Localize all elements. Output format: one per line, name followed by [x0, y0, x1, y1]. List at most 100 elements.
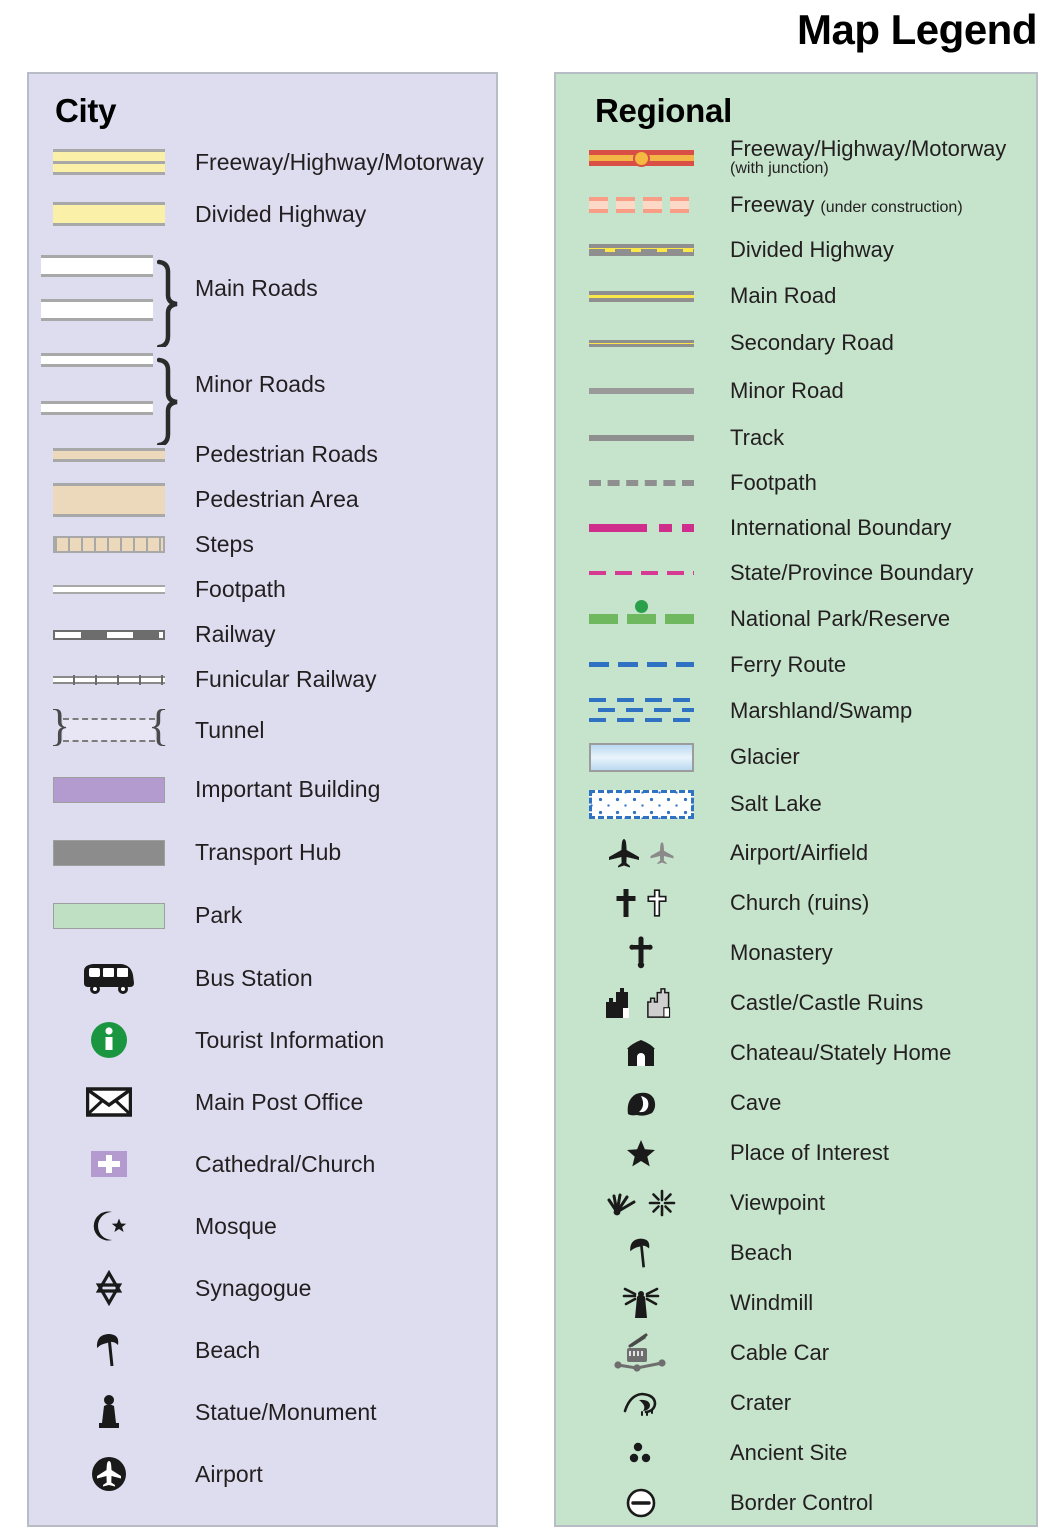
main-road-symbol	[556, 290, 726, 302]
list-item-label: Windmill	[730, 1290, 814, 1315]
list-item-label: Ferry Route	[730, 651, 847, 677]
star-of-david-icon	[29, 1270, 189, 1306]
regional-heading: Regional	[595, 92, 732, 129]
list-item: } } Tunnel	[29, 701, 496, 758]
list-item: Cave	[556, 1078, 1036, 1128]
list-item-label: Track	[730, 424, 785, 450]
list-item-label: Secondary Road	[730, 330, 894, 355]
ancient-site-icon	[556, 1440, 726, 1466]
list-item-label: Pedestrian Roads	[195, 441, 378, 467]
list-item-label: Divided Highway	[195, 200, 367, 227]
salt-lake-symbol	[556, 789, 726, 819]
list-item: Important Building	[29, 758, 496, 821]
divided-highway-band-symbol	[29, 202, 189, 226]
railway-symbol	[29, 629, 189, 640]
pedestrian-road-symbol	[29, 447, 189, 462]
viewpoint-star-icon	[648, 1189, 676, 1217]
chateau-icon	[556, 1038, 726, 1068]
list-item: Mosque	[29, 1195, 496, 1257]
list-item-label: Beach	[730, 1240, 793, 1265]
cross-pair-icon	[556, 887, 726, 919]
list-item-label: Funicular Railway	[195, 666, 377, 692]
junction-dot-icon	[632, 149, 650, 167]
city-legend-list: Freeway/Highway/Motorway Divided Highway…	[29, 136, 496, 1505]
list-item-label: Footpath	[195, 576, 286, 602]
castle-icon	[606, 988, 629, 1018]
list-item-label: Minor Road	[730, 378, 844, 403]
freeway-under-construction-symbol	[556, 196, 726, 213]
main-roads-brace	[155, 259, 181, 347]
airplane-pair-icon	[556, 838, 726, 868]
castle-ruins-icon	[647, 988, 671, 1018]
minor-roads-symbol	[29, 353, 189, 445]
regional-legend-list: Freeway/Highway/Motorway (with junction)…	[556, 134, 1036, 1528]
list-item: Railway	[29, 612, 496, 657]
list-item-label: Freeway (under construction)	[730, 192, 963, 218]
footpath-symbol	[29, 585, 189, 594]
list-item-label-main: Freeway	[730, 191, 815, 217]
border-control-icon	[626, 1488, 656, 1518]
list-item: Ferry Route	[556, 642, 1036, 687]
minor-road-symbol	[556, 388, 726, 394]
list-item: Footpath	[556, 460, 1036, 505]
pedestrian-area-symbol	[29, 482, 189, 517]
list-item: Minor Road	[556, 367, 1036, 415]
list-item-label: Border Control	[730, 1490, 874, 1515]
list-item: International Boundary	[556, 505, 1036, 550]
list-item-label: Main Road	[730, 283, 837, 308]
list-item: Main Post Office	[29, 1071, 496, 1133]
brace-icon	[157, 259, 178, 347]
viewpoint-pair-icon	[556, 1189, 726, 1217]
brace-icon: }	[147, 701, 169, 750]
list-item: Pedestrian Roads	[29, 432, 496, 477]
funicular-railway-symbol	[29, 674, 189, 685]
list-item-label: Park	[195, 902, 243, 928]
list-item: State/Province Boundary	[556, 550, 1036, 596]
list-item-label: Synagogue	[195, 1274, 312, 1301]
list-item: Statue/Monument	[29, 1381, 496, 1443]
orthodox-cross-icon	[629, 936, 653, 969]
list-item-label: Ancient Site	[730, 1440, 848, 1465]
border-control-icon	[556, 1487, 726, 1519]
list-item-label: Transport Hub	[195, 839, 342, 865]
list-item: Castle/Castle Ruins	[556, 978, 1036, 1028]
list-item: Freeway/Highway/Motorway	[29, 136, 496, 188]
information-icon	[29, 1020, 189, 1060]
steps-symbol	[29, 536, 189, 553]
international-boundary-symbol	[556, 523, 726, 532]
list-item: Track	[556, 415, 1036, 460]
park-dot-icon	[634, 600, 648, 613]
list-item: Ancient Site	[556, 1428, 1036, 1478]
track-symbol	[556, 434, 726, 441]
list-item: Airport	[29, 1443, 496, 1505]
regional-legend-panel: Regional Freeway/Highway/Motorway (with …	[554, 72, 1038, 1527]
list-item-label: Statue/Monument	[195, 1398, 377, 1425]
ferry-route-symbol	[556, 662, 726, 667]
list-item-label: Monastery	[730, 940, 833, 965]
list-item-label: Place of Interest	[730, 1140, 889, 1165]
page-title: Map Legend	[796, 6, 1038, 53]
list-item-label: International Boundary	[730, 514, 952, 540]
list-item: Glacier	[556, 734, 1036, 780]
list-item-label: Tourist Information	[195, 1026, 385, 1053]
park-symbol	[29, 902, 189, 929]
list-item: Salt Lake	[556, 780, 1036, 828]
list-item: Cable Car	[556, 1328, 1036, 1378]
list-item-label: Bus Station	[195, 964, 313, 991]
list-item: Crater	[556, 1378, 1036, 1428]
list-item: Main Road	[556, 273, 1036, 319]
city-heading: City	[55, 92, 117, 129]
freeway-junction-symbol	[556, 149, 726, 167]
list-item-label: Steps	[195, 531, 254, 557]
list-item-label: Airport	[195, 1460, 263, 1487]
marshland-symbol	[556, 697, 726, 725]
monastery-cross-icon	[556, 936, 726, 970]
list-item: Airport/Airfield	[556, 828, 1036, 878]
list-item-label: Marshland/Swamp	[730, 697, 913, 723]
windmill-icon	[556, 1285, 726, 1321]
list-item-label: Minor Roads	[195, 370, 326, 397]
transport-hub-symbol	[29, 839, 189, 866]
brace-icon: }	[49, 701, 71, 750]
list-item-label: National Park/Reserve	[730, 606, 951, 631]
cross-ruins-icon	[647, 889, 667, 917]
